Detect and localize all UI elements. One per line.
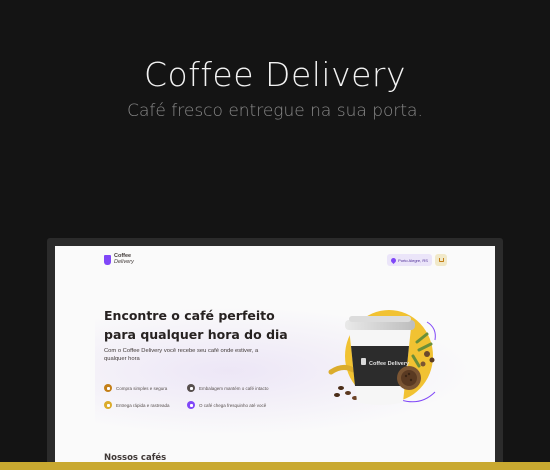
package-icon — [187, 384, 195, 392]
cup-label: Coffee Delivery — [369, 361, 410, 367]
coffee-icon — [187, 401, 195, 409]
map-pin-icon — [390, 256, 398, 264]
location-badge[interactable]: Porto Alegre, RS — [387, 254, 432, 266]
feature-item: Entrega rápida e rastreada — [104, 401, 170, 409]
cart-icon — [104, 384, 112, 392]
timer-icon — [104, 401, 112, 409]
feature-label: Compra simples e segura — [116, 385, 168, 391]
hero-subtitle: Café fresco entregue na sua porta. — [127, 101, 423, 121]
feature-label: O café chega fresquinho até você — [199, 402, 267, 408]
feature-label: Embalagem mantém o café intacto — [199, 385, 269, 391]
logo[interactable]: Coffee Delivery — [104, 253, 134, 265]
feature-item: Compra simples e segura — [104, 384, 167, 392]
app-screenshot: Coffee Delivery Porto Alegre, RS Encontr… — [55, 246, 495, 470]
intro-headline: Encontre o café perfeito para qualquer h… — [104, 308, 288, 342]
coffee-cup-illustration: Coffee Delivery — [328, 310, 436, 405]
feature-label: Entrega rápida e rastreada — [116, 402, 170, 408]
intro-description: Com o Coffee Delivery você recebe seu ca… — [104, 348, 259, 362]
cart-icon — [438, 258, 444, 262]
cup-logo-icon — [361, 358, 366, 365]
feature-item: O café chega fresquinho até você — [187, 401, 266, 409]
bottom-accent-bar — [0, 462, 550, 470]
logo-line2: Delivery — [114, 258, 134, 265]
feature-item: Embalagem mantém o café intacto — [187, 384, 269, 392]
coffee-cup-logo-icon — [104, 254, 111, 265]
cart-button[interactable] — [435, 254, 447, 266]
location-label: Porto Alegre, RS — [398, 257, 428, 263]
hero-title: Coffee Delivery — [143, 55, 407, 94]
